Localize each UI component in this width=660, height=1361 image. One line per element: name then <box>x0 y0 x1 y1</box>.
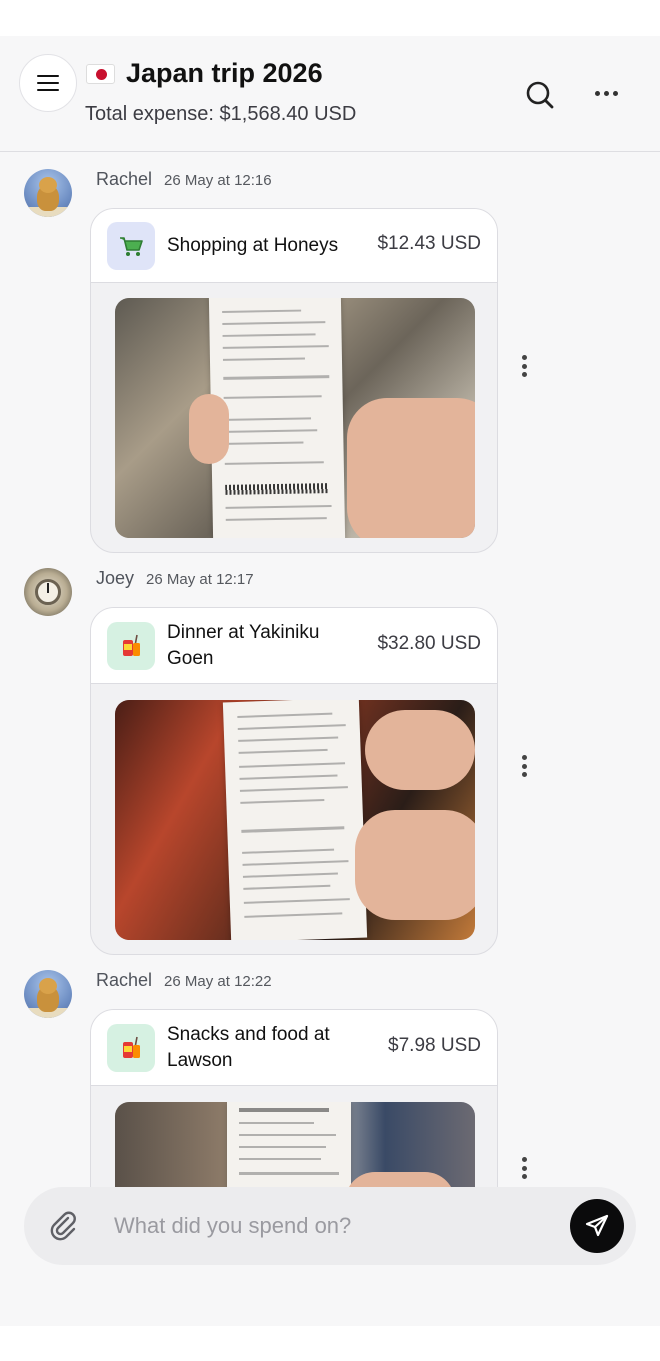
expense-card-header: Snacks and food at Lawson $7.98 USD <box>91 1010 497 1086</box>
search-icon <box>526 81 554 109</box>
send-icon <box>585 1214 609 1237</box>
expense-card[interactable]: Shopping at Honeys $12.43 USD <box>90 208 498 553</box>
message-meta: Joey 26 May at 12:17 <box>96 568 254 589</box>
food-drink-icon <box>107 622 155 670</box>
hamburger-menu-icon <box>37 74 59 92</box>
expense-card-header: Shopping at Honeys $12.43 USD <box>91 209 497 283</box>
expense-chat-app: Japan trip 2026 Total expense: $1,568.40… <box>0 36 660 1326</box>
more-options-button[interactable] <box>588 80 624 106</box>
expense-input[interactable] <box>114 1209 554 1243</box>
more-vertical-icon <box>521 355 527 360</box>
more-horizontal-icon <box>594 90 600 96</box>
expense-feed[interactable]: Rachel 26 May at 12:16 Shopping at Honey… <box>0 153 660 1199</box>
send-button[interactable] <box>570 1199 624 1253</box>
expense-title: Shopping at Honeys <box>167 235 339 256</box>
author-name: Rachel <box>96 169 153 189</box>
receipt-photo[interactable] <box>115 1102 475 1199</box>
title-row: Japan trip 2026 <box>86 58 323 89</box>
avatar[interactable] <box>24 169 72 217</box>
expense-title: Snacks and food at Lawson <box>167 1024 330 1071</box>
expense-card[interactable]: Dinner at Yakiniku Goen $32.80 USD <box>90 607 498 955</box>
expense-title: Dinner at Yakiniku Goen <box>167 622 320 669</box>
message-options-button[interactable] <box>520 1157 528 1179</box>
timestamp: 26 May at 12:17 <box>146 571 254 588</box>
receipt-photo[interactable] <box>115 700 475 940</box>
paperclip-icon <box>50 1211 76 1241</box>
japan-flag-icon <box>86 63 115 84</box>
message-options-button[interactable] <box>520 355 528 377</box>
total-expense: Total expense: $1,568.40 USD <box>85 103 357 125</box>
expense-amount: $7.98 USD <box>388 1035 481 1056</box>
message-meta: Rachel 26 May at 12:22 <box>96 970 272 991</box>
expense-amount: $32.80 USD <box>377 633 481 654</box>
shopping-cart-icon <box>107 222 155 270</box>
timestamp: 26 May at 12:16 <box>164 172 272 189</box>
attach-button[interactable] <box>46 1209 80 1243</box>
page-title: Japan trip 2026 <box>126 58 323 88</box>
more-vertical-icon <box>521 1157 527 1162</box>
author-name: Rachel <box>96 970 153 990</box>
expense-amount: $12.43 USD <box>377 233 481 254</box>
avatar[interactable] <box>24 568 72 616</box>
expense-card-header: Dinner at Yakiniku Goen $32.80 USD <box>91 608 497 684</box>
avatar[interactable] <box>24 970 72 1018</box>
expense-composer <box>24 1187 636 1265</box>
search-button[interactable] <box>520 76 560 116</box>
timestamp: 26 May at 12:22 <box>164 973 272 990</box>
food-drink-icon <box>107 1024 155 1072</box>
expense-card[interactable]: Snacks and food at Lawson $7.98 USD <box>90 1009 498 1199</box>
receipt-photo[interactable] <box>115 298 475 538</box>
menu-button[interactable] <box>19 54 77 112</box>
author-name: Joey <box>96 568 135 588</box>
more-vertical-icon <box>521 755 527 760</box>
message-meta: Rachel 26 May at 12:16 <box>96 169 272 190</box>
header: Japan trip 2026 Total expense: $1,568.40… <box>0 36 660 152</box>
message-options-button[interactable] <box>520 755 528 777</box>
